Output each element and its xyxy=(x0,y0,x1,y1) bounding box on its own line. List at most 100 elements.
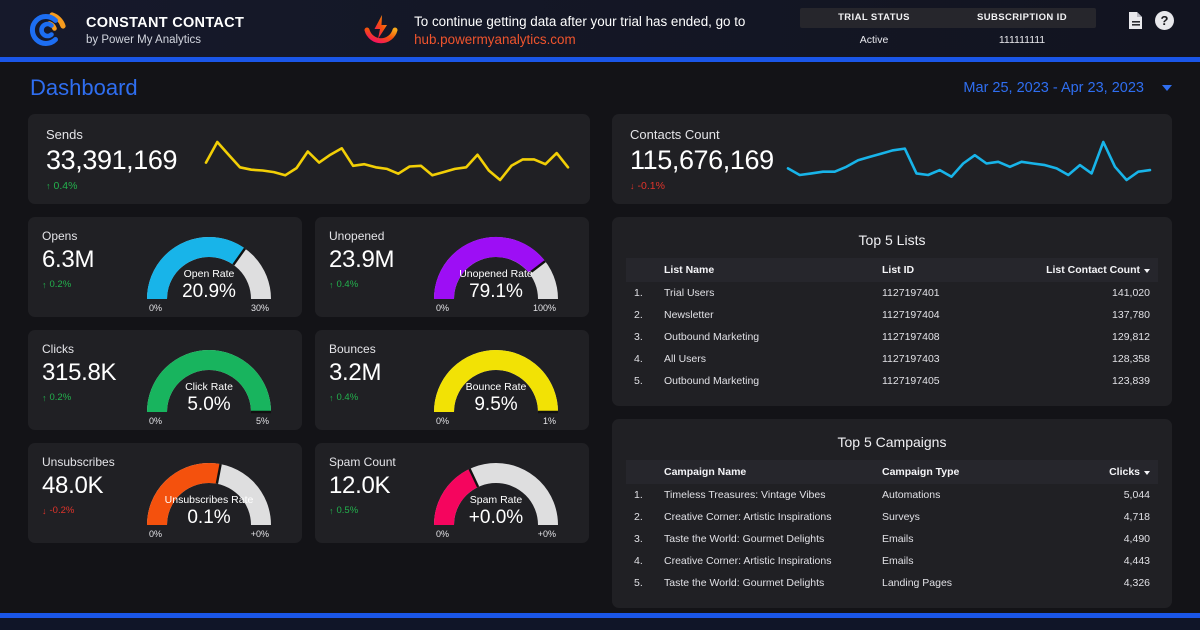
dashboard-page: CONSTANT CONTACT by Power My Analytics T… xyxy=(0,0,1200,630)
table-row[interactable]: 5. Outbound Marketing 1127197405 123,839 xyxy=(626,370,1158,392)
cell-rank: 1. xyxy=(634,489,643,501)
arrow-up-icon: ↑ xyxy=(329,505,334,516)
date-range-selector[interactable]: Mar 25, 2023 - Apr 23, 2023 xyxy=(963,80,1144,96)
table-row[interactable]: 3. Taste the World: Gourmet Delights Email… xyxy=(626,528,1158,550)
gauge-row-1: Opens 6.3M ↑ 0.2% Open Rate 20.9% 0% 30% Unopen… xyxy=(28,217,590,317)
campaign-type-header[interactable]: Campaign Type xyxy=(878,460,1038,484)
svg-text:1%: 1% xyxy=(543,416,556,426)
list-contact-count-header[interactable]: List Contact Count xyxy=(1038,258,1158,282)
cell-clicks: 4,718 xyxy=(1123,511,1150,523)
cell-name: Taste the World: Gourmet Delights xyxy=(664,533,825,545)
brand-subtitle: by Power My Analytics xyxy=(86,33,202,46)
chevron-down-icon[interactable] xyxy=(1162,85,1172,91)
sends-delta-value: 0.4% xyxy=(53,179,78,192)
cell-id: 1127197404 xyxy=(882,309,940,321)
brand-title: CONSTANT CONTACT xyxy=(86,15,245,32)
spam-count-gauge: Spam Rate+0.0% 0% +0% xyxy=(434,463,558,539)
contacts-delta-value: -0.1% xyxy=(637,179,665,192)
trial-message-block: To continue getting data after your tria… xyxy=(362,12,745,50)
contacts-info: Contacts Count 115,676,169 ↓ -0.1% xyxy=(630,127,784,192)
svg-text:5.0%: 5.0% xyxy=(187,394,230,415)
cell-rank: 5. xyxy=(634,375,643,387)
svg-text:Open Rate: Open Rate xyxy=(184,268,235,280)
top-campaigns-title: Top 5 Campaigns xyxy=(837,434,947,450)
opens-gauge-card: Opens 6.3M ↑ 0.2% Open Rate 20.9% 0% 30% xyxy=(28,217,302,317)
rank-header xyxy=(626,460,660,484)
clicks-header[interactable]: Clicks xyxy=(1038,460,1158,484)
clicks-gauge-card: Clicks 315.8K ↑ 0.2% Click Rate 5.0% 0% 5% xyxy=(28,330,302,430)
page-title: Dashboard xyxy=(30,75,138,100)
cell-name: Trial Users xyxy=(664,287,715,299)
cell-count: 129,812 xyxy=(1112,331,1150,343)
table-row[interactable]: 2. Newsletter 1127197404 137,780 xyxy=(626,304,1158,326)
svg-text:Spam Rate: Spam Rate xyxy=(470,494,523,506)
top-lists-title: Top 5 Lists xyxy=(858,232,926,248)
clicks-header-label: Clicks xyxy=(1109,466,1140,478)
cell-id: 1127197408 xyxy=(882,331,940,343)
contacts-sparkline xyxy=(784,130,1154,188)
table-row[interactable]: 1. Timeless Treasures: Vintage Vibes Autom… xyxy=(626,484,1158,506)
cell-rank: 3. xyxy=(634,331,643,343)
app-header: CONSTANT CONTACT by Power My Analytics T… xyxy=(0,0,1200,62)
cell-id: 1127197403 xyxy=(882,353,940,365)
cell-name: All Users xyxy=(664,353,707,365)
list-id-header[interactable]: List ID xyxy=(878,258,1038,282)
svg-text:Click Rate: Click Rate xyxy=(185,381,233,393)
cell-count: 137,780 xyxy=(1112,309,1150,321)
help-circle-icon[interactable]: ? xyxy=(1155,11,1174,30)
trial-status-value: Active xyxy=(859,34,889,46)
sends-card: Sends 33,391,169 ↑ 0.4% xyxy=(28,114,590,204)
cell-clicks: 5,044 xyxy=(1123,489,1150,501)
list-name-header[interactable]: List Name xyxy=(660,258,878,282)
page-title-row: Dashboard Mar 25, 2023 - Apr 23, 2023 xyxy=(0,62,1200,114)
campaign-name-header[interactable]: Campaign Name xyxy=(660,460,878,484)
sends-info: Sends 33,391,169 ↑ 0.4% xyxy=(46,127,202,192)
cell-rank: 2. xyxy=(634,309,643,321)
gauge-row-3: Unsubscribes 48.0K ↓ -0.2% Unsubscribes Rate… xyxy=(28,443,590,543)
cell-rank: 4. xyxy=(634,555,643,567)
status-value-row: Active 111111111 xyxy=(800,28,1096,52)
cell-count: 123,839 xyxy=(1112,375,1150,387)
svg-text:+0%: +0% xyxy=(251,529,269,539)
cell-name: Creative Corner: Artistic Inspirations xyxy=(664,555,832,567)
sends-label: Sends xyxy=(46,126,83,142)
cell-name: Outbound Marketing xyxy=(664,331,760,343)
contacts-value: 115,676,169 xyxy=(630,144,774,175)
top-lists-body: 1. Trial Users 1127197401 141,020 2. Newslett… xyxy=(626,282,1158,392)
table-row[interactable]: 2. Creative Corner: Artistic Inspirations… xyxy=(626,506,1158,528)
gauge-delta-value: -0.2% xyxy=(49,505,75,516)
table-row[interactable]: 5. Taste the World: Gourmet Delights Landi… xyxy=(626,572,1158,594)
svg-text:0%: 0% xyxy=(149,303,162,313)
table-row[interactable]: 4. All Users 1127197403 128,358 xyxy=(626,348,1158,370)
table-row[interactable]: 3. Outbound Marketing 1127197408 129,812 xyxy=(626,326,1158,348)
bounces-gauge-card: Bounces 3.2M ↑ 0.4% Bounce Rate 9.5% 0% 1% xyxy=(315,330,589,430)
cell-id: 1127197405 xyxy=(882,375,940,387)
cell-clicks: 4,490 xyxy=(1123,533,1150,545)
trial-message-text: To continue getting data after your tria… xyxy=(414,13,746,29)
table-row[interactable]: 1. Trial Users 1127197401 141,020 xyxy=(626,282,1158,304)
svg-text:0.1%: 0.1% xyxy=(187,507,230,528)
list-contact-count-header-label: List Contact Count xyxy=(1046,264,1140,276)
cell-count: 141,020 xyxy=(1112,287,1150,299)
table-row[interactable]: 4. Creative Corner: Artistic Inspirations… xyxy=(626,550,1158,572)
cell-id: 1127197401 xyxy=(882,287,940,299)
unopened-gauge: Unopened Rate79.1% 0% 100% xyxy=(434,237,558,313)
gauge-delta-value: 0.4% xyxy=(336,392,359,403)
document-icon[interactable] xyxy=(1128,11,1144,30)
svg-text:0%: 0% xyxy=(436,416,449,426)
status-header-row: TRIAL STATUS SUBSCRIPTION ID xyxy=(800,8,1096,28)
cell-rank: 2. xyxy=(634,511,643,523)
cell-name: Outbound Marketing xyxy=(664,375,760,387)
svg-text:100%: 100% xyxy=(533,303,556,313)
unsubscribes-gauge: Unsubscribes Rate0.1% 0% +0% xyxy=(147,463,271,539)
svg-text:Bounce Rate: Bounce Rate xyxy=(466,381,527,393)
svg-text:+0.0%: +0.0% xyxy=(469,507,524,528)
svg-text:0%: 0% xyxy=(436,303,449,313)
sort-desc-icon xyxy=(1144,269,1150,273)
top-campaigns-card: Top 5 Campaigns Campaign Name Campaign T… xyxy=(612,419,1172,608)
gauge-row-2: Clicks 315.8K ↑ 0.2% Click Rate 5.0% 0% 5% Boun… xyxy=(28,330,590,430)
gauge-delta-value: 0.4% xyxy=(336,279,359,290)
cell-type: Emails xyxy=(882,555,914,567)
cell-clicks: 4,443 xyxy=(1123,555,1150,567)
trial-link[interactable]: hub.powermyanalytics.com xyxy=(414,31,745,49)
